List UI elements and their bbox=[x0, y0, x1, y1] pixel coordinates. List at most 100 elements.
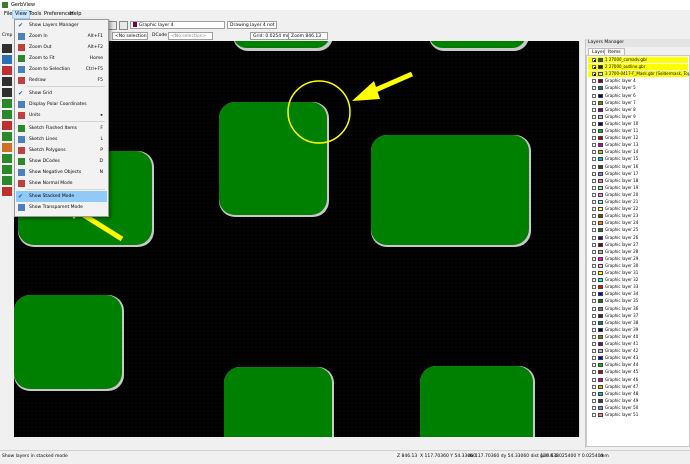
layer-color-swatch[interactable] bbox=[598, 363, 603, 368]
layer-row[interactable]: Graphic layer 7 bbox=[588, 100, 688, 106]
layer-row[interactable]: Graphic layer 18 bbox=[588, 178, 688, 184]
layer-row[interactable]: Graphic layer 35 bbox=[588, 298, 688, 304]
layer-color-swatch[interactable] bbox=[598, 263, 603, 268]
dcodes-tool-icon[interactable] bbox=[2, 143, 12, 152]
layer-row[interactable]: Graphic layer 44 bbox=[588, 362, 688, 368]
layer-color-swatch[interactable] bbox=[598, 86, 603, 91]
layer-visibility-checkbox[interactable] bbox=[592, 342, 596, 346]
layer-color-swatch[interactable] bbox=[598, 292, 603, 297]
menu-item-zoom-in[interactable]: Zoom In Alt+F1 bbox=[16, 31, 107, 42]
layer-visibility-checkbox[interactable] bbox=[592, 185, 596, 190]
horizontal-scrollbar[interactable] bbox=[14, 437, 579, 442]
layer-row[interactable]: Graphic layer 11 bbox=[588, 128, 688, 134]
layer-color-swatch[interactable] bbox=[598, 327, 603, 332]
layer-row[interactable]: Graphic layer 21 bbox=[588, 199, 688, 205]
layer-visibility-checkbox[interactable] bbox=[592, 207, 596, 212]
zoom-out-toolbar-icon[interactable] bbox=[119, 21, 128, 30]
menu-item-show-stacked-mode[interactable]: ✔ Show Stacked Mode bbox=[16, 191, 107, 202]
layer-row[interactable]: Graphic layer 14 bbox=[588, 149, 688, 155]
layer-visibility-checkbox[interactable] bbox=[592, 65, 596, 70]
layer-color-swatch[interactable] bbox=[598, 178, 603, 183]
layer-row[interactable]: 3 2700-0417-F_Mask.gbr (Soldermask, Top) bbox=[588, 71, 689, 78]
menu-item-sketch-lines[interactable]: Sketch Lines L bbox=[16, 134, 107, 145]
layer-visibility-checkbox[interactable] bbox=[592, 356, 596, 361]
layer-row[interactable]: Graphic layer 8 bbox=[588, 107, 688, 113]
zoom-in-toolbar-icon[interactable] bbox=[108, 21, 117, 30]
layer-row[interactable]: Graphic layer 13 bbox=[588, 142, 688, 148]
layer-color-swatch[interactable] bbox=[598, 58, 603, 62]
menu-item-zoom-out[interactable]: Zoom Out Alt+F2 bbox=[16, 42, 107, 53]
zoom-select[interactable]: Zoom 846.13 bbox=[288, 32, 328, 40]
layer-color-swatch[interactable] bbox=[598, 320, 603, 325]
layer-visibility-checkbox[interactable] bbox=[592, 107, 596, 112]
layer-visibility-checkbox[interactable] bbox=[592, 136, 596, 141]
menu-item-zoom-to-selection[interactable]: Zoom to Selection Ctrl+F5 bbox=[16, 64, 107, 75]
layer-visibility-checkbox[interactable] bbox=[592, 263, 596, 268]
layer-color-swatch[interactable] bbox=[598, 242, 603, 247]
layer-visibility-checkbox[interactable] bbox=[592, 100, 596, 105]
layer-row[interactable]: Graphic layer 26 bbox=[588, 235, 688, 241]
layer-color-swatch[interactable] bbox=[598, 349, 603, 354]
layer-color-swatch[interactable] bbox=[598, 129, 603, 133]
layer-visibility-checkbox[interactable] bbox=[592, 200, 596, 204]
menu-item-redraw[interactable]: Redraw F5 bbox=[16, 75, 107, 86]
layer-row[interactable]: Graphic layer 19 bbox=[588, 185, 688, 191]
layer-color-swatch[interactable] bbox=[598, 377, 603, 382]
inch-units-icon[interactable] bbox=[2, 77, 12, 86]
layer-row[interactable]: Graphic layer 46 bbox=[588, 377, 688, 383]
layer-visibility-checkbox[interactable] bbox=[592, 228, 596, 233]
layer-visibility-checkbox[interactable] bbox=[592, 306, 596, 311]
layer-color-swatch[interactable] bbox=[598, 143, 603, 148]
layer-row[interactable]: Graphic layer 34 bbox=[588, 291, 688, 297]
layer-row[interactable]: Graphic layer 47 bbox=[588, 384, 688, 390]
layer-row[interactable]: Graphic layer 37 bbox=[588, 313, 688, 319]
layer-row[interactable]: Graphic layer 9 bbox=[588, 114, 688, 120]
layer-color-swatch[interactable] bbox=[598, 185, 603, 190]
layer-row[interactable]: Graphic layer 17 bbox=[588, 171, 688, 177]
menu-item-show-grid[interactable]: ✔ Show Grid bbox=[16, 88, 107, 99]
layer-row[interactable]: Graphic layer 27 bbox=[588, 242, 688, 248]
layer-visibility-checkbox[interactable] bbox=[592, 327, 596, 332]
layer-row[interactable]: Graphic layer 4 bbox=[588, 78, 688, 84]
layer-color-swatch[interactable] bbox=[598, 72, 603, 77]
layer-row[interactable]: Graphic layer 45 bbox=[588, 369, 688, 375]
layer-color-swatch[interactable] bbox=[598, 157, 603, 162]
layer-row[interactable]: Graphic layer 28 bbox=[588, 249, 688, 255]
menu-item-show-normal-mode[interactable]: Show Normal Mode bbox=[16, 178, 107, 189]
layer-color-swatch[interactable] bbox=[598, 207, 603, 212]
layer-row[interactable]: Graphic layer 30 bbox=[588, 263, 688, 269]
layer-color-swatch[interactable] bbox=[598, 384, 603, 389]
layer-color-swatch[interactable] bbox=[598, 121, 603, 126]
layer-color-swatch[interactable] bbox=[598, 370, 603, 375]
sketch-lines-tool-icon[interactable] bbox=[2, 121, 12, 130]
layer-visibility-checkbox[interactable] bbox=[592, 299, 596, 304]
layer-row[interactable]: Graphic layer 33 bbox=[588, 284, 688, 290]
layer-row[interactable]: Graphic layer 29 bbox=[588, 256, 688, 262]
layer-visibility-checkbox[interactable] bbox=[592, 72, 596, 77]
layer-row[interactable]: 2 27000_outline.gbr bbox=[588, 64, 688, 71]
layer-visibility-checkbox[interactable] bbox=[592, 235, 596, 240]
layer-row[interactable]: Graphic layer 50 bbox=[588, 405, 688, 411]
layer-color-swatch[interactable] bbox=[598, 334, 603, 339]
layer-color-swatch[interactable] bbox=[598, 306, 603, 311]
layer-visibility-checkbox[interactable] bbox=[592, 150, 596, 155]
menu-item-show-negative-objects[interactable]: Show Negative Objects N bbox=[16, 167, 107, 178]
menu-help[interactable]: Help bbox=[68, 11, 83, 18]
layer-color-swatch[interactable] bbox=[598, 114, 603, 119]
layer-color-swatch[interactable] bbox=[598, 200, 603, 204]
layer-select[interactable]: Graphic layer 4 bbox=[130, 21, 225, 29]
layer-color-swatch[interactable] bbox=[598, 356, 603, 361]
layer-row[interactable]: Graphic layer 49 bbox=[588, 398, 688, 404]
layer-row[interactable]: Graphic layer 42 bbox=[588, 348, 688, 354]
layer-visibility-checkbox[interactable] bbox=[592, 249, 596, 254]
layer-visibility-checkbox[interactable] bbox=[592, 320, 596, 325]
layer-color-swatch[interactable] bbox=[598, 150, 603, 155]
layer-color-swatch[interactable] bbox=[598, 221, 603, 226]
layer-visibility-checkbox[interactable] bbox=[592, 413, 596, 417]
layer-visibility-checkbox[interactable] bbox=[592, 349, 596, 354]
layer-color-swatch[interactable] bbox=[598, 391, 603, 396]
select-tool-icon[interactable] bbox=[2, 44, 12, 53]
layer-row[interactable]: Graphic layer 36 bbox=[588, 306, 688, 312]
layer-row[interactable]: Graphic layer 43 bbox=[588, 355, 688, 361]
layer-visibility-checkbox[interactable] bbox=[592, 242, 596, 247]
